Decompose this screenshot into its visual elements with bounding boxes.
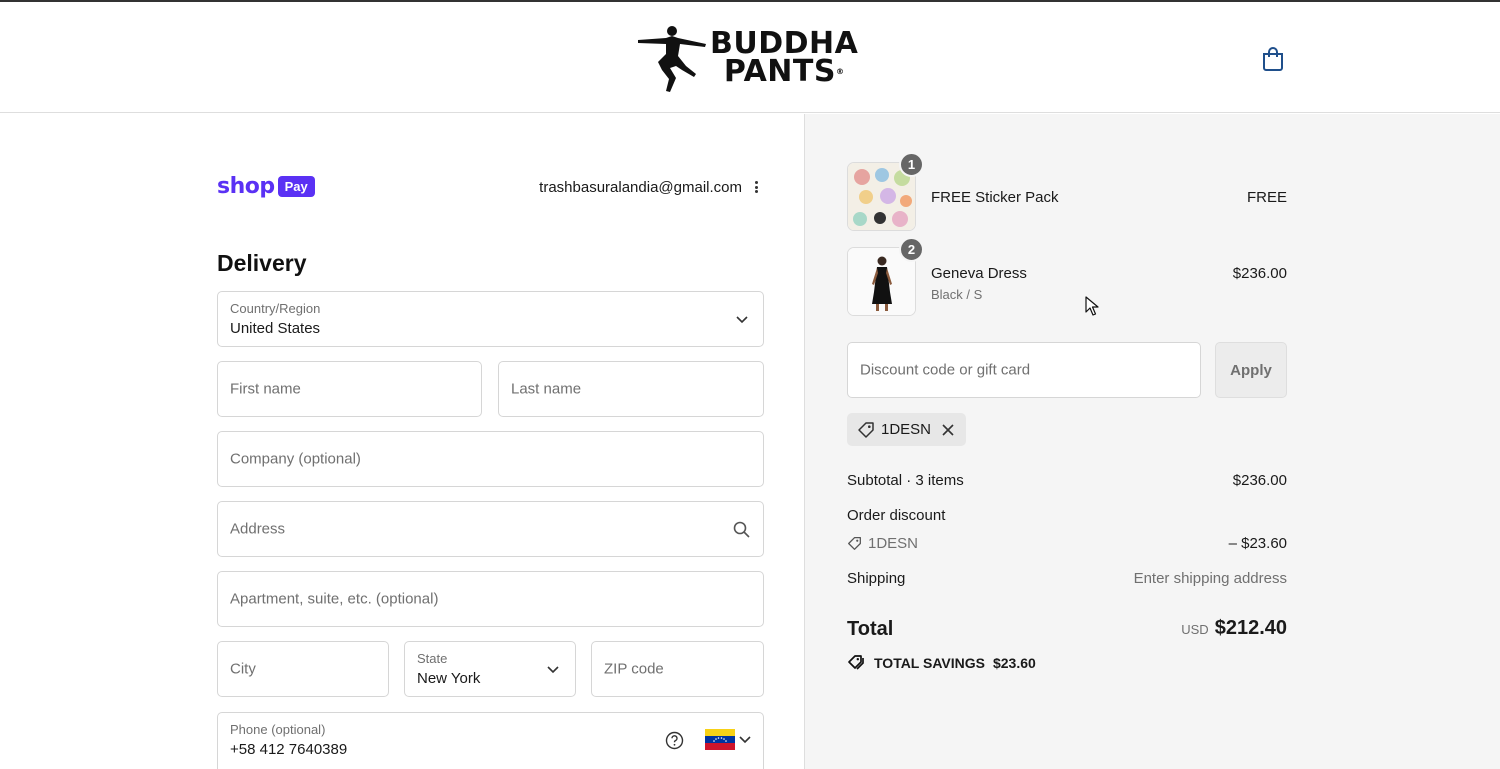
order-discount-row: Order discount: [847, 507, 1287, 524]
company-placeholder: Company (optional): [230, 450, 361, 468]
subtotal-value: $236.00: [1232, 472, 1287, 489]
subtotal-label: Subtotal · 3 items: [847, 472, 964, 489]
shop-pay-logo: shop Pay: [217, 174, 315, 199]
order-discount-value: – $23.60: [1228, 535, 1287, 552]
zip-placeholder: ZIP code: [604, 660, 664, 678]
line-item: 1 FREE Sticker Pack FREE: [847, 152, 1287, 232]
chevron-down-icon: [739, 735, 751, 743]
address-placeholder: Address: [230, 520, 286, 538]
shop-pay-badge: Pay: [277, 176, 315, 197]
help-icon[interactable]: [665, 731, 684, 750]
shipping-label: Shipping: [847, 570, 906, 587]
shop-pay-word: shop: [217, 174, 275, 199]
savings-value: $23.60: [992, 654, 1036, 671]
discount-code-input[interactable]: Discount code or gift card: [847, 342, 1201, 398]
checkout-form-panel: shop Pay trashbasuralandia@gmail.com Del…: [0, 114, 805, 769]
shopping-bag-icon[interactable]: [1261, 46, 1285, 72]
apartment-field[interactable]: Apartment, suite, etc. (optional): [217, 571, 764, 627]
shipping-value: Enter shipping address: [1133, 570, 1287, 587]
savings-tag-icon: [848, 655, 864, 670]
zip-field[interactable]: ZIP code: [591, 641, 764, 697]
total-value-group: USD $212.40: [1181, 617, 1287, 640]
order-discount-code-row: 1DESN – $23.60: [847, 535, 1287, 552]
total-savings: TOTAL SAVINGS $23.60: [847, 654, 1036, 671]
applied-discount-chip: 1DESN: [847, 413, 967, 446]
yoga-figure-icon: [638, 26, 706, 92]
item-name: FREE Sticker Pack: [931, 189, 1059, 206]
address-field[interactable]: Address: [217, 501, 764, 557]
item-price: FREE: [1246, 189, 1287, 206]
search-icon[interactable]: [733, 521, 750, 538]
site-header: BUDDHA PANTS®: [0, 2, 1500, 113]
item-price: $236.00: [1232, 265, 1287, 282]
discount-placeholder: Discount code or gift card: [860, 361, 1031, 379]
country-label: Country/Region: [230, 301, 321, 316]
phone-field[interactable]: Phone (optional) +58 412 7640389: [217, 712, 764, 769]
city-field[interactable]: City: [217, 641, 389, 697]
phone-value: +58 412 7640389: [230, 741, 348, 758]
total-currency: USD: [1181, 622, 1209, 637]
tag-icon: [848, 537, 861, 550]
subtotal-row: Subtotal · 3 items $236.00: [847, 472, 1287, 489]
apply-discount-button[interactable]: Apply: [1215, 342, 1287, 398]
country-select[interactable]: Country/Region United States: [217, 291, 764, 347]
first-name-placeholder: First name: [230, 380, 301, 398]
state-label: State: [417, 651, 448, 666]
more-options-icon[interactable]: [752, 179, 760, 195]
total-value: $212.40: [1214, 617, 1287, 639]
order-discount-code: 1DESN: [868, 535, 919, 552]
account-email: trashbasuralandia@gmail.com: [539, 179, 742, 196]
quantity-badge: 1: [899, 152, 924, 177]
item-name: Geneva Dress: [931, 265, 1027, 282]
state-value: New York: [417, 670, 481, 687]
venezuela-flag-icon: [705, 729, 735, 750]
city-placeholder: City: [230, 660, 256, 678]
last-name-placeholder: Last name: [511, 380, 582, 398]
country-value: United States: [230, 320, 321, 337]
line-item: 2 Geneva Dress Black / S $236.00: [847, 237, 1287, 317]
state-select[interactable]: State New York: [404, 641, 576, 697]
delivery-heading: Delivery: [217, 250, 307, 276]
item-variant: Black / S: [931, 287, 983, 302]
remove-discount-icon[interactable]: [941, 423, 955, 437]
shipping-row: Shipping Enter shipping address: [847, 570, 1287, 587]
chevron-down-icon: [547, 666, 559, 674]
chevron-down-icon: [736, 316, 748, 324]
quantity-badge: 2: [899, 237, 924, 262]
last-name-field[interactable]: Last name: [498, 361, 764, 417]
phone-country-select[interactable]: [705, 729, 751, 750]
logo-wordmark: BUDDHA PANTS®: [710, 26, 859, 89]
order-summary-panel: 1 FREE Sticker Pack FREE 2 Geneva Dress …: [805, 114, 1500, 769]
company-field[interactable]: Company (optional): [217, 431, 764, 487]
savings-label: TOTAL SAVINGS: [874, 654, 985, 671]
mouse-cursor-icon: [1085, 296, 1099, 316]
tag-icon: [858, 421, 874, 438]
first-name-field[interactable]: First name: [217, 361, 482, 417]
order-discount-label: Order discount: [847, 507, 946, 524]
phone-label: Phone (optional): [230, 722, 326, 737]
buddha-pants-logo[interactable]: BUDDHA PANTS®: [636, 22, 868, 94]
apartment-placeholder: Apartment, suite, etc. (optional): [230, 590, 439, 608]
applied-code: 1DESN: [881, 421, 932, 438]
total-label: Total: [847, 618, 894, 640]
